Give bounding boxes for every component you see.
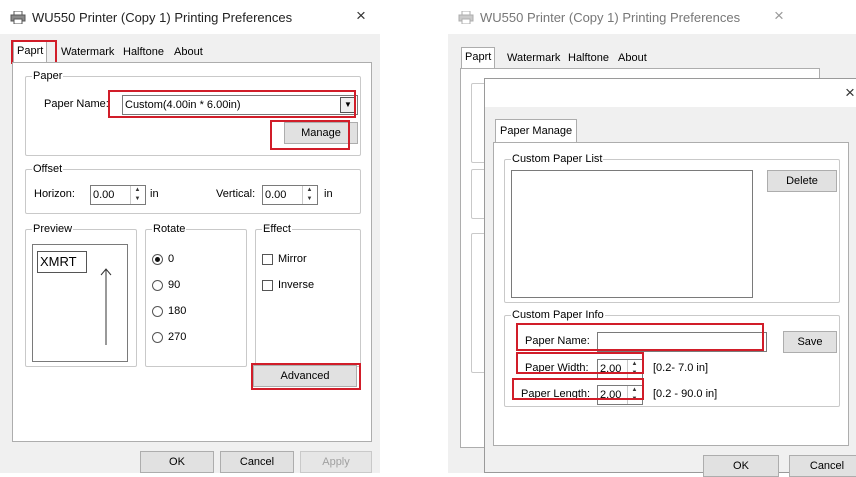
tab-halftone[interactable]: Halftone [119, 42, 168, 62]
custom-paper-info-label: Custom Paper Info [511, 308, 605, 322]
custom-paper-info-group: Custom Paper Info Paper Name: Save Paper… [504, 308, 840, 407]
dropdown-arrow-icon[interactable]: ▼ [340, 97, 356, 113]
close-icon[interactable]: × [845, 84, 855, 101]
rotate-180-label: 180 [168, 305, 187, 317]
window-title: WU550 Printer (Copy 1) Printing Preferen… [480, 10, 741, 25]
rotate-270-label: 270 [168, 331, 187, 343]
spin-down-icon[interactable]: ▼ [628, 369, 641, 378]
tab-paprt[interactable]: Paprt [13, 41, 48, 63]
vertical-unit: in [324, 188, 333, 200]
paper-name-value: Custom(4.00in * 6.00in) [125, 99, 241, 111]
paper-length-range: [0.2 - 90.0 in] [653, 388, 718, 400]
custom-paper-list-group: Custom Paper List Delete [504, 152, 840, 303]
rotate-90-radio[interactable] [152, 280, 163, 291]
mirror-checkbox[interactable] [262, 254, 273, 265]
paper-width-range: [0.2- 7.0 in] [653, 362, 709, 374]
effect-group: Effect Mirror Inverse [255, 222, 361, 367]
paprt-tab-panel: Paper Paper Name: Custom(4.00in * 6.00in… [12, 62, 372, 442]
advanced-button[interactable]: Advanced [253, 365, 357, 387]
tab-paper-manage[interactable]: Paper Manage [495, 119, 578, 143]
right-titlebar: WU550 Printer (Copy 1) Printing Preferen… [448, 0, 856, 34]
spin-up-icon[interactable]: ▲ [628, 386, 641, 395]
paper-name-label: Paper Name: [44, 98, 109, 110]
paper-length-label: Paper Length: [521, 388, 591, 400]
spin-up-icon[interactable]: ▲ [131, 186, 144, 195]
rotate-0-label: 0 [168, 253, 175, 265]
rotate-group-label: Rotate [152, 222, 187, 236]
horizon-unit: in [150, 188, 159, 200]
dialog-titlebar: × [485, 79, 856, 107]
offset-group: Offset Horizon: 0.00 ▲ ▼ in Vertical: 0.0… [25, 162, 361, 214]
tab-about[interactable]: About [170, 42, 207, 62]
inverse-checkbox[interactable] [262, 280, 273, 291]
ok-button[interactable]: OK [140, 451, 214, 473]
cancel-button[interactable]: Cancel [220, 451, 294, 473]
rotate-90-label: 90 [168, 279, 181, 291]
window-title: WU550 Printer (Copy 1) Printing Preferen… [32, 10, 293, 25]
paper-width-value: 2.00 [600, 363, 622, 375]
paper-name-label: Paper Name: [525, 335, 590, 347]
horizon-value: 0.00 [93, 189, 115, 201]
close-icon[interactable]: × [774, 7, 784, 24]
horizon-spinner[interactable]: ▲ ▼ [130, 186, 144, 204]
spin-down-icon[interactable]: ▼ [131, 195, 144, 204]
paper-name-select[interactable]: Custom(4.00in * 6.00in) ▼ [122, 95, 358, 115]
mirror-label: Mirror [278, 253, 307, 265]
paper-length-value: 2.00 [600, 389, 622, 401]
preview-box: XMRT [32, 244, 128, 362]
tab-watermark[interactable]: Watermark [57, 42, 119, 62]
spin-down-icon[interactable]: ▼ [303, 195, 316, 204]
spin-up-icon[interactable]: ▲ [303, 186, 316, 195]
preview-group-label: Preview [32, 222, 74, 236]
printer-icon [458, 11, 474, 24]
inverse-label: Inverse [278, 279, 315, 291]
paper-manage-dialog: × Paper Manage Custom Paper List Delete … [484, 78, 856, 477]
dialog-cancel-button[interactable]: Cancel [789, 455, 856, 477]
spin-down-icon[interactable]: ▼ [628, 395, 641, 404]
dialog-ok-button[interactable]: OK [703, 455, 779, 477]
rotate-group: Rotate 0 90 180 270 [145, 222, 247, 367]
manage-button[interactable]: Manage [284, 122, 358, 144]
vertical-label: Vertical: [216, 188, 256, 200]
vertical-input[interactable]: 0.00 ▲ ▼ [262, 185, 318, 205]
save-button[interactable]: Save [783, 331, 837, 353]
effect-group-label: Effect [262, 222, 292, 236]
paper-width-spinner[interactable]: ▲ ▼ [627, 360, 641, 378]
horizon-input[interactable]: 0.00 ▲ ▼ [90, 185, 146, 205]
tab-about[interactable]: About [614, 48, 651, 68]
paper-width-input[interactable]: 2.00 ▲ ▼ [597, 359, 643, 379]
paper-group-label: Paper [32, 69, 64, 83]
custom-paper-list-label: Custom Paper List [511, 152, 604, 166]
close-icon[interactable]: × [356, 7, 366, 24]
spin-up-icon[interactable]: ▲ [628, 360, 641, 369]
rotate-270-radio[interactable] [152, 332, 163, 343]
paper-width-label: Paper Width: [525, 362, 589, 374]
vertical-spinner[interactable]: ▲ ▼ [302, 186, 316, 204]
up-arrow-icon [100, 268, 112, 345]
preview-group: Preview XMRT [25, 222, 137, 367]
rotate-180-radio[interactable] [152, 306, 163, 317]
custom-paper-listbox[interactable] [511, 170, 753, 298]
left-preferences-window: WU550 Printer (Copy 1) Printing Preferen… [0, 0, 380, 473]
rotate-0-radio[interactable] [152, 254, 163, 265]
paper-length-spinner[interactable]: ▲ ▼ [627, 386, 641, 404]
left-titlebar: WU550 Printer (Copy 1) Printing Preferen… [0, 0, 380, 34]
tab-paprt[interactable]: Paprt [461, 47, 496, 69]
paper-manage-panel: Custom Paper List Delete Custom Paper In… [493, 142, 849, 446]
printer-icon [10, 11, 26, 24]
tab-watermark[interactable]: Watermark [503, 48, 565, 68]
offset-group-label: Offset [32, 162, 64, 176]
paper-name-input[interactable] [597, 332, 767, 352]
delete-button[interactable]: Delete [767, 170, 837, 192]
horizon-label: Horizon: [34, 188, 75, 200]
tab-halftone[interactable]: Halftone [564, 48, 613, 68]
paper-group: Paper Paper Name: Custom(4.00in * 6.00in… [25, 69, 361, 156]
vertical-value: 0.00 [265, 189, 287, 201]
paper-length-input[interactable]: 2.00 ▲ ▼ [597, 385, 643, 405]
preview-paper: XMRT [37, 251, 87, 273]
apply-button[interactable]: Apply [300, 451, 372, 473]
